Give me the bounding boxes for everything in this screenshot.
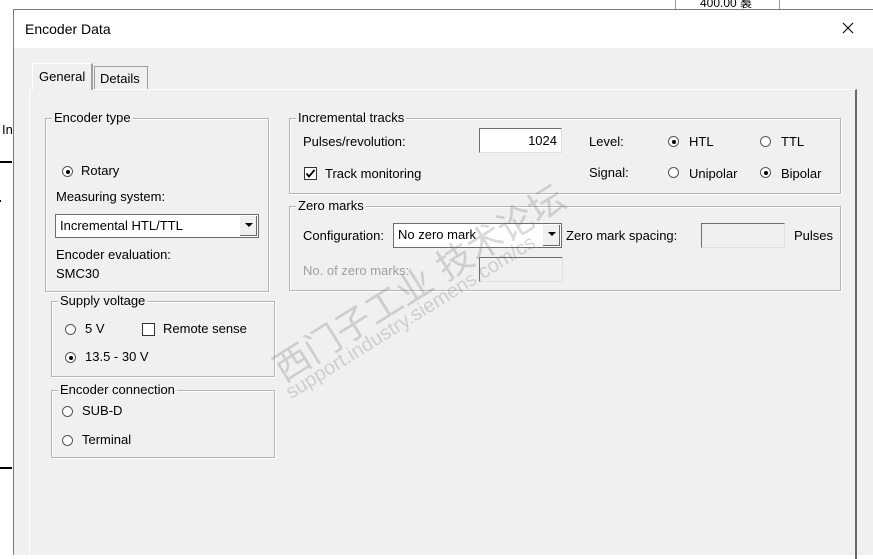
dialog-title: Encoder Data — [25, 21, 111, 37]
background-left-text: In — [2, 122, 13, 137]
pulses-input[interactable] — [479, 128, 562, 153]
measuring-system-dropdown[interactable]: Incremental HTL/TTL — [55, 214, 259, 238]
encoder-connection-legend: Encoder connection — [58, 382, 177, 397]
connection-terminal-label: Terminal — [82, 432, 132, 447]
track-monitoring-label: Track monitoring — [325, 166, 422, 181]
group-supply-voltage: Supply voltage 5 V Remote sense 13.5 - 3… — [51, 293, 275, 377]
background-window-fragment: 400.00 裠 — [675, 0, 780, 9]
level-ttl-label: TTL — [781, 134, 805, 149]
voltage-5v-label: 5 V — [85, 321, 105, 336]
group-zero-marks: Zero marks Configuration: No zero mark Z… — [289, 198, 841, 291]
supply-voltage-legend: Supply voltage — [58, 293, 148, 308]
zero-mark-count-input[interactable] — [479, 257, 563, 282]
configuration-label: Configuration: — [303, 228, 384, 243]
measuring-system-label: Measuring system: — [56, 189, 166, 204]
connection-terminal-radio[interactable] — [62, 435, 73, 446]
zero-mark-count-label: No. of zero marks: — [303, 263, 410, 278]
level-htl-label: HTL — [689, 134, 714, 149]
encoder-data-dialog: Encoder Data General Details Encoder typ… — [13, 9, 873, 559]
connection-subd-radio[interactable] — [62, 406, 73, 417]
tab-general-label: General — [39, 69, 86, 84]
remote-sense-checkbox[interactable] — [142, 323, 155, 336]
voltage-13v-radio[interactable] — [65, 352, 76, 363]
signal-label: Signal: — [589, 165, 629, 180]
group-encoder-connection: Encoder connection SUB-D Terminal — [51, 382, 275, 458]
signal-bipolar-radio[interactable] — [760, 167, 771, 178]
configuration-dropdown[interactable]: No zero mark — [393, 223, 562, 248]
close-icon[interactable] — [840, 20, 856, 36]
signal-unipolar-radio[interactable] — [668, 167, 679, 178]
group-incremental-tracks: Incremental tracks Pulses/revolution: Le… — [289, 110, 841, 194]
zero-mark-spacing-input[interactable] — [701, 223, 785, 248]
pulses-label: Pulses/revolution: — [303, 134, 406, 149]
connection-subd-label: SUB-D — [82, 403, 123, 418]
zero-mark-spacing-unit: Pulses — [794, 228, 834, 243]
tab-details[interactable]: Details — [94, 66, 148, 90]
encoder-type-legend: Encoder type — [52, 110, 133, 125]
configuration-value: No zero mark — [398, 227, 477, 242]
level-ttl-radio[interactable] — [760, 136, 771, 147]
title-bar[interactable]: Encoder Data — [14, 10, 873, 48]
chevron-down-icon[interactable] — [542, 225, 560, 246]
dialog-client-area: General Details Encoder type Rotary Meas… — [14, 48, 873, 559]
check-icon — [305, 169, 316, 178]
chevron-down-icon[interactable] — [239, 216, 257, 236]
tab-details-label: Details — [100, 71, 140, 86]
signal-unipolar-label: Unipolar — [689, 166, 738, 181]
encoder-evaluation-value: SMC30 — [56, 266, 100, 281]
level-label: Level: — [589, 134, 624, 149]
remote-sense-label: Remote sense — [163, 321, 247, 336]
tab-general[interactable]: General — [32, 63, 93, 90]
measuring-system-value: Incremental HTL/TTL — [60, 218, 183, 233]
zero-mark-spacing-label: Zero mark spacing: — [566, 228, 678, 243]
rotary-label: Rotary — [81, 163, 120, 178]
encoder-evaluation-label: Encoder evaluation: — [56, 247, 171, 262]
track-monitoring-checkbox[interactable] — [304, 167, 317, 180]
voltage-13v-label: 13.5 - 30 V — [85, 349, 149, 364]
rotary-radio[interactable] — [62, 166, 73, 177]
zero-marks-legend: Zero marks — [296, 198, 366, 213]
background-line — [0, 467, 12, 469]
group-encoder-type: Encoder type Rotary Measuring system: In… — [45, 110, 269, 292]
tab-panel-general: Encoder type Rotary Measuring system: In… — [29, 89, 857, 559]
level-htl-radio[interactable] — [668, 136, 679, 147]
background-top-text: 400.00 裠 — [700, 0, 753, 9]
incremental-tracks-legend: Incremental tracks — [296, 110, 407, 125]
voltage-5v-radio[interactable] — [65, 324, 76, 335]
signal-bipolar-label: Bipolar — [781, 166, 822, 181]
background-line — [0, 200, 1, 202]
background-line — [0, 161, 12, 163]
